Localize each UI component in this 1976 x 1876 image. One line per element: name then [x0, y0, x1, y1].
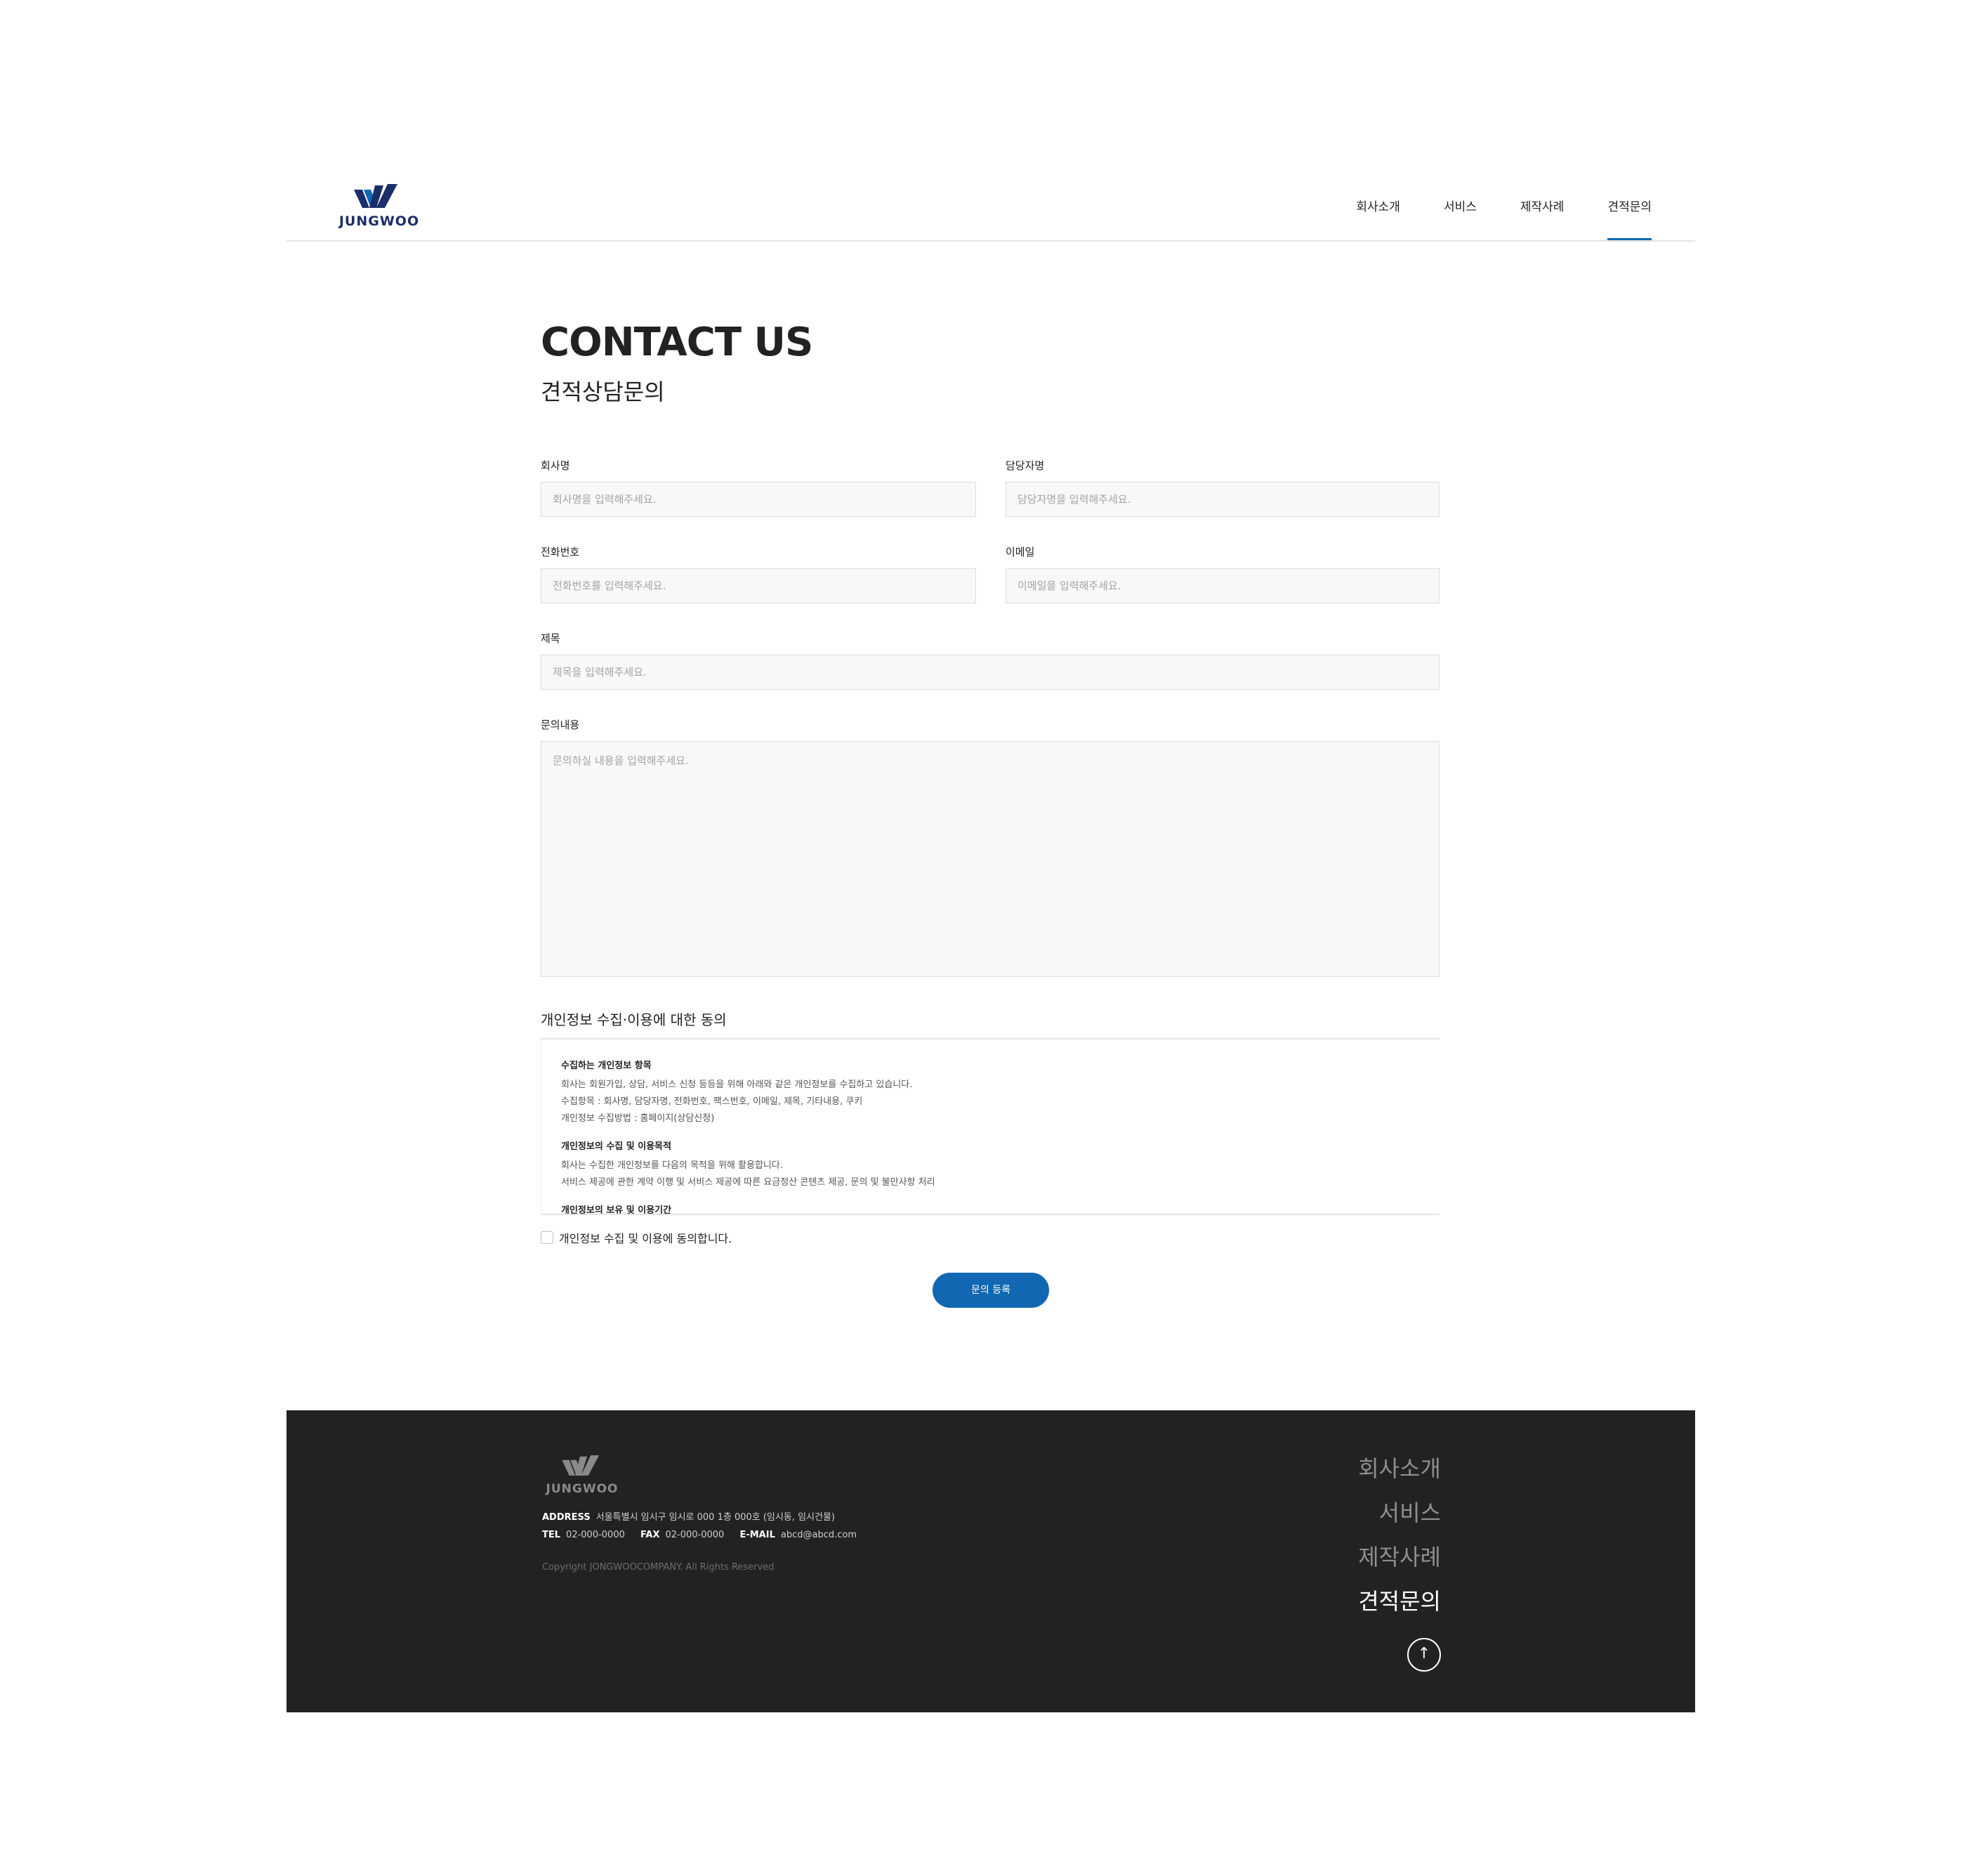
consent-line: 개인정보 수집방법 : 홈페이지(상담신청) [561, 1113, 715, 1124]
footer-contact-row: TEL 02-000-0000 FAX 02-000-0000 E-MAIL abcd… [542, 1526, 857, 1544]
footer-nav-contact[interactable]: 견적문의 [1358, 1580, 1441, 1624]
page-subtitle: 견적상담문의 [541, 379, 665, 405]
nav-item-about[interactable]: 회사소개 [1356, 197, 1400, 240]
phone-input[interactable]: 전화번호를 입력해주세요. [541, 568, 976, 603]
manager-label: 담당자명 [1006, 459, 1045, 472]
phone-label: 전화번호 [541, 546, 580, 558]
agree-label[interactable]: 개인정보 수집 및 이용에 동의합니다. [559, 1229, 732, 1246]
site-footer: JUNGWOO ADDRESS 서울특별시 임시구 임시로 000 1층 000호… [286, 1410, 1695, 1712]
footer-address-row: ADDRESS 서울특별시 임시구 임시로 000 1층 000호 (임시동, 임… [542, 1509, 857, 1526]
consent-box[interactable]: 수집하는 개인정보 항목 회사는 회원가입, 상담, 서비스 신청 등등을 위해… [541, 1038, 1440, 1215]
email-input[interactable]: 이메일을 입력해주세요. [1006, 568, 1440, 603]
logo-mark-icon [354, 184, 397, 208]
footer-nav: 회사소개 서비스 제작사례 견적문의 [1358, 1447, 1441, 1624]
footer-nav-service[interactable]: 서비스 [1358, 1491, 1441, 1535]
footer-logo-text: JUNGWOO [546, 1482, 619, 1496]
subject-input[interactable]: 제목을 입력해주세요. [541, 655, 1440, 690]
subject-label: 제목 [541, 632, 560, 645]
consent-section: 수집하는 개인정보 항목 회사는 회원가입, 상담, 서비스 신청 등등을 위해… [561, 1058, 1420, 1127]
footer-nav-portfolio[interactable]: 제작사례 [1358, 1535, 1441, 1580]
content-textarea[interactable]: 문의하실 내용을 입력해주세요. [541, 741, 1440, 977]
footer-info: ADDRESS 서울특별시 임시구 임시로 000 1층 000호 (임시동, 임… [542, 1509, 857, 1544]
consent-section-heading: 개인정보의 수집 및 이용목적 [561, 1141, 672, 1152]
consent-section: 개인정보의 보유 및 이용기간 [561, 1202, 1420, 1215]
nav-item-contact[interactable]: 견적문의 [1607, 197, 1652, 240]
manager-input[interactable]: 담당자명을 입력해주세요. [1006, 482, 1440, 517]
footer-tel: 02-000-0000 [566, 1530, 625, 1540]
consent-section: 개인정보의 수집 및 이용목적 회사는 수집한 개인정보를 다음의 목적을 위해… [561, 1139, 1420, 1191]
footer-nav-about[interactable]: 회사소개 [1358, 1447, 1441, 1491]
consent-line: 수집항목 : 회사명, 담당자명, 전화번호, 팩스번호, 이메일, 제목, 기… [561, 1096, 863, 1107]
site-header: JUNGWOO 회사소개 서비스 제작사례 견적문의 [286, 169, 1695, 242]
consent-line: 회사는 수집한 개인정보를 다음의 목적을 위해 활용합니다. [561, 1160, 783, 1171]
footer-logo[interactable]: JUNGWOO [541, 1455, 624, 1496]
footer-fax: 02-000-0000 [665, 1530, 725, 1540]
email-label: 이메일 [1006, 546, 1035, 558]
footer-logo-mark-icon [562, 1455, 600, 1476]
footer-email-label: E-MAIL [739, 1530, 775, 1540]
logo-text: JUNGWOO [338, 214, 420, 229]
main-nav: 회사소개 서비스 제작사례 견적문의 [1356, 197, 1652, 240]
page-title: CONTACT US [541, 320, 813, 365]
footer-address: 서울특별시 임시구 임시로 000 1층 000호 (임시동, 임시건물) [595, 1512, 835, 1523]
site-logo[interactable]: JUNGWOO [330, 184, 428, 229]
footer-fax-label: FAX [640, 1530, 660, 1540]
scroll-top-button[interactable]: ↑ [1407, 1638, 1441, 1672]
consent-line: 회사는 회원가입, 상담, 서비스 신청 등등을 위해 아래와 같은 개인정보를… [561, 1080, 913, 1090]
footer-address-label: ADDRESS [542, 1512, 591, 1523]
consent-section-heading: 수집하는 개인정보 항목 [561, 1061, 652, 1071]
footer-tel-label: TEL [542, 1530, 561, 1540]
agree-checkbox[interactable] [541, 1231, 553, 1244]
agree-row[interactable]: 개인정보 수집 및 이용에 동의합니다. [541, 1229, 732, 1246]
footer-copyright: Copyright JONGWOOCOMPANY. All Rights Res… [542, 1562, 775, 1573]
company-label: 회사명 [541, 459, 570, 472]
arrow-up-icon: ↑ [1417, 1645, 1431, 1662]
consent-line: 서비스 제공에 관한 계약 이행 및 서비스 제공에 따른 요금정산 콘텐츠 제… [561, 1177, 935, 1188]
consent-section-heading: 개인정보의 보유 및 이용기간 [561, 1205, 672, 1215]
submit-button[interactable]: 문의 등록 [933, 1273, 1049, 1308]
consent-title: 개인정보 수집·이용에 대한 동의 [541, 1011, 727, 1028]
footer-email: abcd@abcd.com [780, 1530, 857, 1540]
nav-item-portfolio[interactable]: 제작사례 [1520, 197, 1565, 240]
nav-item-service[interactable]: 서비스 [1444, 197, 1477, 240]
page: JUNGWOO 회사소개 서비스 제작사례 견적문의 CONTACT US 견적… [286, 0, 1695, 1876]
company-input[interactable]: 회사명을 입력해주세요. [541, 482, 976, 517]
content-label: 문의내용 [541, 719, 580, 731]
